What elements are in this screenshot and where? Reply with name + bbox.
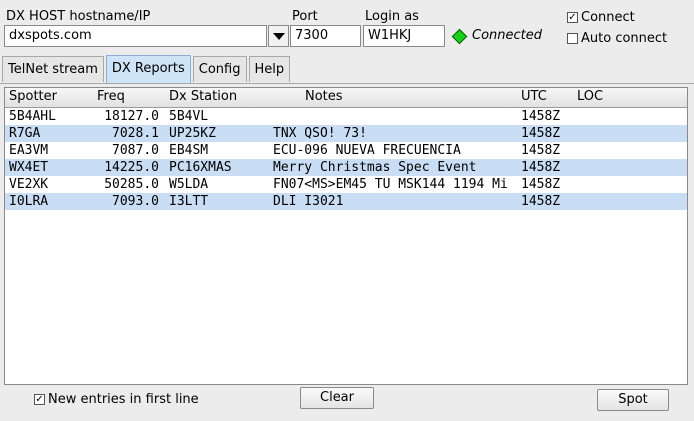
tab-telnet-stream[interactable]: TelNet stream	[2, 56, 104, 82]
table-row[interactable]: WX4ET 14225.0 PC16XMAS Merry Christmas S…	[5, 159, 687, 176]
table-row[interactable]: I0LRA 7093.0 I3LTT DLI I3021 1458Z	[5, 193, 687, 210]
host-dropdown-button[interactable]	[268, 25, 289, 47]
cell-freq: 18127.0	[104, 109, 159, 124]
cell-utc: 1458Z	[521, 160, 561, 175]
tab-config[interactable]: Config	[192, 56, 247, 82]
cell-utc: 1458Z	[521, 126, 561, 141]
connect-label: Connect	[581, 10, 635, 25]
spot-button[interactable]: Spot	[597, 389, 669, 411]
cell-freq: 50285.0	[104, 177, 159, 192]
cell-utc: 1458Z	[521, 143, 561, 158]
tab-bar: TelNet stream DX Reports Config Help	[2, 55, 292, 83]
cell-freq: 7087.0	[112, 143, 159, 158]
table-header: Spotter Freq Dx Station Notes UTC LOC	[5, 88, 687, 108]
cell-dx-station: 5B4VL	[169, 109, 209, 124]
cell-utc: 1458Z	[521, 177, 561, 192]
cell-notes	[273, 108, 519, 125]
table-row[interactable]: R7GA 7028.1 UP25KZ TNX QSO! 73! 1458Z	[5, 125, 687, 142]
login-input[interactable]: W1HKJ	[363, 25, 445, 47]
column-header-freq[interactable]: Freq	[97, 89, 125, 104]
column-header-dx-station[interactable]: Dx Station	[169, 89, 237, 104]
table-row[interactable]: VE2XK 50285.0 W5LDA FN07<MS>EM45 TU MSK1…	[5, 176, 687, 193]
new-entries-first-line-checkbox[interactable]: ✓	[34, 394, 45, 405]
cell-utc: 1458Z	[521, 194, 561, 209]
cell-loc	[577, 108, 637, 125]
column-header-loc[interactable]: LOC	[577, 89, 603, 104]
port-label: Port	[292, 9, 318, 24]
cell-dx-station: I3LTT	[169, 194, 209, 209]
cell-freq: 7028.1	[112, 126, 159, 141]
auto-connect-checkbox[interactable]	[567, 33, 578, 44]
table-row[interactable]: 5B4AHL 18127.0 5B4VL 1458Z	[5, 108, 687, 125]
tab-dx-reports[interactable]: DX Reports	[105, 55, 191, 83]
cell-loc	[577, 125, 637, 142]
login-label: Login as	[365, 9, 419, 24]
cell-spotter: R7GA	[9, 126, 41, 141]
table-body: 5B4AHL 18127.0 5B4VL 1458Z R7GA 7028.1 U…	[5, 108, 687, 210]
cell-spotter: WX4ET	[9, 160, 49, 175]
new-entries-first-line-label: New entries in first line	[48, 392, 199, 407]
connection-status-text: Connected	[472, 28, 543, 43]
host-input[interactable]: dxspots.com	[4, 25, 267, 47]
dx-reports-table[interactable]: Spotter Freq Dx Station Notes UTC LOC 5B…	[4, 87, 688, 385]
chevron-down-icon	[272, 32, 285, 40]
cell-loc	[577, 142, 637, 159]
cell-notes: DLI I3021	[273, 194, 344, 209]
cell-loc	[577, 193, 637, 210]
cell-freq: 14225.0	[104, 160, 159, 175]
cell-dx-station: UP25KZ	[169, 126, 216, 141]
cell-spotter: 5B4AHL	[9, 109, 56, 124]
cell-dx-station: W5LDA	[169, 177, 209, 192]
cell-freq: 7093.0	[112, 194, 159, 209]
cell-dx-station: EB4SM	[169, 143, 209, 158]
cell-loc	[577, 159, 637, 176]
column-header-utc[interactable]: UTC	[521, 89, 547, 104]
cell-notes: ECU-096 NUEVA FRECUENCIA	[273, 143, 461, 158]
clear-button[interactable]: Clear	[300, 387, 374, 409]
host-label: DX HOST hostname/IP	[6, 9, 151, 24]
connection-status-led-icon	[451, 28, 468, 45]
cell-notes: Merry Christmas Spec Event	[273, 160, 477, 175]
cell-notes: TNX QSO! 73!	[273, 126, 367, 141]
cell-spotter: I0LRA	[9, 194, 49, 209]
cell-loc	[577, 176, 637, 193]
table-row[interactable]: EA3VM 7087.0 EB4SM ECU-096 NUEVA FRECUEN…	[5, 142, 687, 159]
auto-connect-label: Auto connect	[581, 31, 668, 46]
connect-checkbox[interactable]: ✓	[567, 12, 578, 23]
port-input[interactable]: 7300	[290, 25, 361, 47]
cell-notes: FN07<MS>EM45 TU MSK144 1194 Mi	[273, 177, 508, 192]
cell-utc: 1458Z	[521, 109, 561, 124]
tab-help[interactable]: Help	[248, 56, 291, 82]
cell-spotter: EA3VM	[9, 143, 49, 158]
column-header-spotter[interactable]: Spotter	[9, 89, 57, 104]
cell-spotter: VE2XK	[9, 177, 49, 192]
column-header-notes[interactable]: Notes	[305, 89, 343, 104]
tab-divider	[0, 83, 694, 84]
cell-dx-station: PC16XMAS	[169, 160, 232, 175]
